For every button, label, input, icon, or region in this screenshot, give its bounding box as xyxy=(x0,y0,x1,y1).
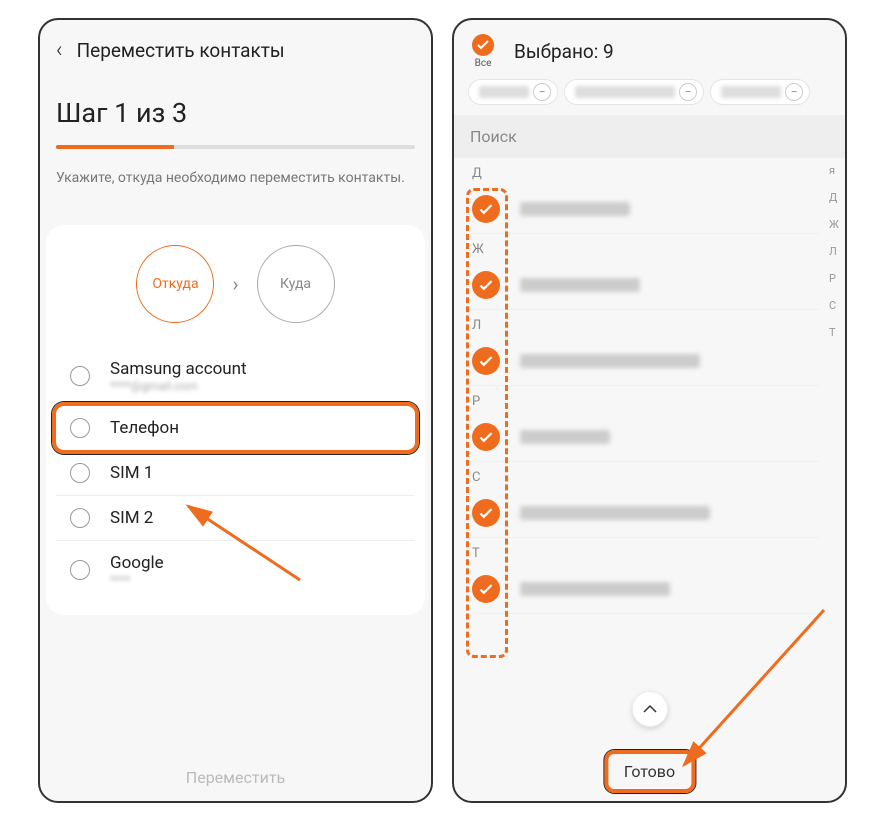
header: ‹ Переместить контакты xyxy=(40,20,431,73)
progress-fill xyxy=(56,145,174,149)
radio-unchecked[interactable] xyxy=(70,560,90,580)
letter-header: Т xyxy=(468,538,819,565)
hint-text: Укажите, откуда необходимо переместить к… xyxy=(56,169,415,189)
source-item-google[interactable]: Google **** xyxy=(56,541,415,599)
to-circle[interactable]: Куда xyxy=(257,245,335,323)
selected-chips: − − − xyxy=(454,75,845,115)
chip-remove-icon[interactable]: − xyxy=(785,83,803,101)
search-input[interactable]: Поиск xyxy=(454,115,845,158)
phone-screen-left: ‹ Переместить контакты Шаг 1 из 3 Укажит… xyxy=(38,18,433,803)
check-icon[interactable] xyxy=(472,423,500,451)
contact-row[interactable] xyxy=(468,185,819,234)
contact-row[interactable] xyxy=(468,261,819,310)
chip[interactable]: − xyxy=(710,79,810,105)
direction-selector: Откуда › Куда xyxy=(56,245,415,323)
source-item-samsung[interactable]: Samsung account ****@gmail.com xyxy=(56,347,415,406)
done-wrap: Готово xyxy=(608,754,691,789)
radio-unchecked[interactable] xyxy=(70,508,90,528)
contact-row[interactable] xyxy=(468,565,819,614)
letter-header: Л xyxy=(468,310,819,337)
radio-unchecked[interactable] xyxy=(70,418,90,438)
check-icon[interactable] xyxy=(472,575,500,603)
selected-count: Выбрано: 9 xyxy=(514,40,614,63)
select-all-toggle[interactable]: Все xyxy=(472,34,494,69)
selection-header: Все Выбрано: 9 xyxy=(454,20,845,75)
highlight-annotation xyxy=(52,402,419,454)
highlight-annotation xyxy=(604,750,695,793)
chevron-right-icon: › xyxy=(232,272,238,296)
radio-unchecked[interactable] xyxy=(70,463,90,483)
back-icon[interactable]: ‹ xyxy=(56,38,63,63)
contact-area: я Д Ж Л Р С Т Д Ж Л Р xyxy=(454,158,845,694)
letter-header: Р xyxy=(468,386,819,413)
check-icon[interactable] xyxy=(472,499,500,527)
alpha-index[interactable]: я Д Ж Л Р С Т xyxy=(829,164,839,339)
contact-row[interactable] xyxy=(468,337,819,386)
source-list: Samsung account ****@gmail.com Телефон S… xyxy=(56,347,415,599)
check-icon[interactable] xyxy=(472,347,500,375)
source-item-phone[interactable]: Телефон xyxy=(56,406,415,451)
step-block: Шаг 1 из 3 Укажите, откуда необходимо пе… xyxy=(40,73,431,225)
chip-remove-icon[interactable]: − xyxy=(533,83,551,101)
progress-bar xyxy=(56,145,415,149)
scroll-top-button[interactable] xyxy=(632,691,668,727)
move-button[interactable]: Переместить xyxy=(40,768,431,787)
contact-list: Д Ж Л Р С xyxy=(454,158,845,694)
phone-screen-right: Все Выбрано: 9 − − − Поиск я Д Ж Л Р С Т… xyxy=(452,18,847,803)
letter-header: Ж xyxy=(468,234,819,261)
step-title: Шаг 1 из 3 xyxy=(56,97,415,129)
source-item-sim1[interactable]: SIM 1 xyxy=(56,451,415,496)
radio-unchecked[interactable] xyxy=(70,366,90,386)
check-icon xyxy=(472,34,494,56)
chip[interactable]: − xyxy=(564,79,704,105)
check-icon[interactable] xyxy=(472,271,500,299)
chip[interactable]: − xyxy=(468,79,558,105)
contact-row[interactable] xyxy=(468,413,819,462)
from-circle[interactable]: Откуда xyxy=(136,245,214,323)
contact-row[interactable] xyxy=(468,489,819,538)
chevron-up-icon xyxy=(643,704,657,714)
header-title: Переместить контакты xyxy=(77,39,285,62)
source-card: Откуда › Куда Samsung account ****@gmail… xyxy=(46,225,425,615)
letter-header: Д xyxy=(468,158,819,185)
check-icon[interactable] xyxy=(472,195,500,223)
source-item-sim2[interactable]: SIM 2 xyxy=(56,496,415,541)
done-button[interactable]: Готово xyxy=(608,754,691,789)
letter-header: С xyxy=(468,462,819,489)
chip-remove-icon[interactable]: − xyxy=(679,83,697,101)
